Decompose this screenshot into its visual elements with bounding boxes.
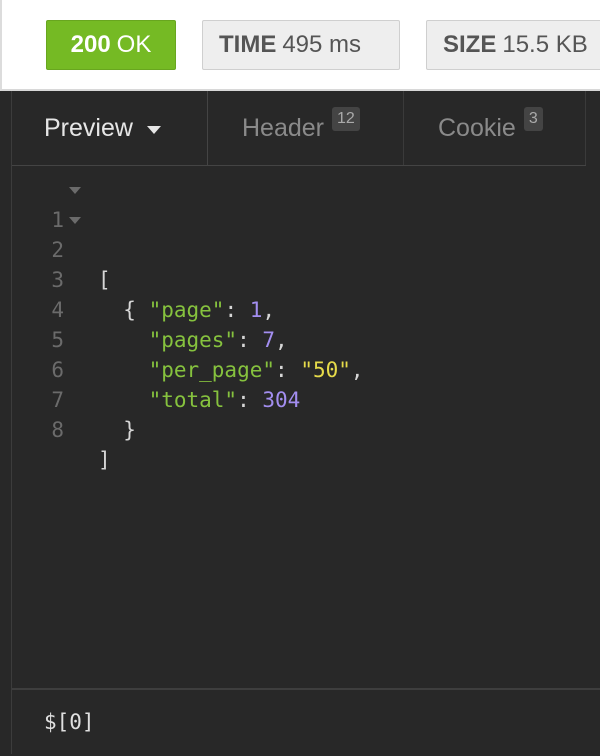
code-line: 1 [ xyxy=(12,175,600,292)
fold-arrow-icon[interactable] xyxy=(69,187,81,194)
time-badge: TIME 495 ms xyxy=(202,20,400,70)
code-line: 8 ] xyxy=(12,385,600,472)
size-label: SIZE xyxy=(443,31,497,58)
size-badge: SIZE 15.5 KB xyxy=(426,20,600,70)
response-filter-input[interactable] xyxy=(44,706,564,738)
code-line: 4 "pages": 7, xyxy=(12,265,600,352)
code-line: 6 "total": 304 xyxy=(12,325,600,412)
status-code: 200 xyxy=(70,31,111,58)
code-line: 5 "per_page": "50", xyxy=(12,295,600,382)
code-line: 3 "page": 1, xyxy=(12,235,600,322)
response-filter-bar xyxy=(12,688,600,756)
tab-cookie[interactable]: Cookie 3 xyxy=(404,91,586,166)
code-line: 2 { xyxy=(12,205,600,322)
brace-close: } xyxy=(123,418,136,442)
header-count-badge: 12 xyxy=(332,106,360,131)
time-label: TIME xyxy=(219,31,277,58)
tab-cookie-label: Cookie xyxy=(438,114,516,142)
response-status-bar: 200 OK TIME 495 ms SIZE 15.5 KB xyxy=(0,0,600,91)
tab-preview-label: Preview xyxy=(44,114,133,142)
response-body-viewer[interactable]: 1 [ 2 { 3 "page": 1, 4 "pages": 7, 5 "pe… xyxy=(12,175,600,472)
chevron-down-icon[interactable] xyxy=(146,125,161,134)
line-number: 8 xyxy=(51,418,64,442)
tab-header-label: Header xyxy=(242,114,324,142)
tab-divider xyxy=(208,165,586,166)
code-line: 7 } xyxy=(12,355,600,442)
code-text: } xyxy=(98,415,136,445)
time-value: 495 ms xyxy=(282,31,362,58)
status-text: OK xyxy=(116,31,152,58)
tab-header[interactable]: Header 12 xyxy=(208,91,404,166)
fold-arrow-icon[interactable] xyxy=(69,217,81,224)
response-pane: Preview Header 12 Cookie 3 1 [ 2 { 3 "pa… xyxy=(11,91,600,756)
cookie-count-badge: 3 xyxy=(523,106,543,131)
code-text: ] xyxy=(98,445,111,475)
tab-divider xyxy=(12,165,208,166)
status-badge: 200 OK xyxy=(46,20,176,70)
tab-preview[interactable]: Preview xyxy=(12,91,208,166)
size-value: 15.5 KB xyxy=(502,31,588,58)
response-tabs: Preview Header 12 Cookie 3 xyxy=(12,91,600,166)
bracket-close: ] xyxy=(98,448,111,472)
